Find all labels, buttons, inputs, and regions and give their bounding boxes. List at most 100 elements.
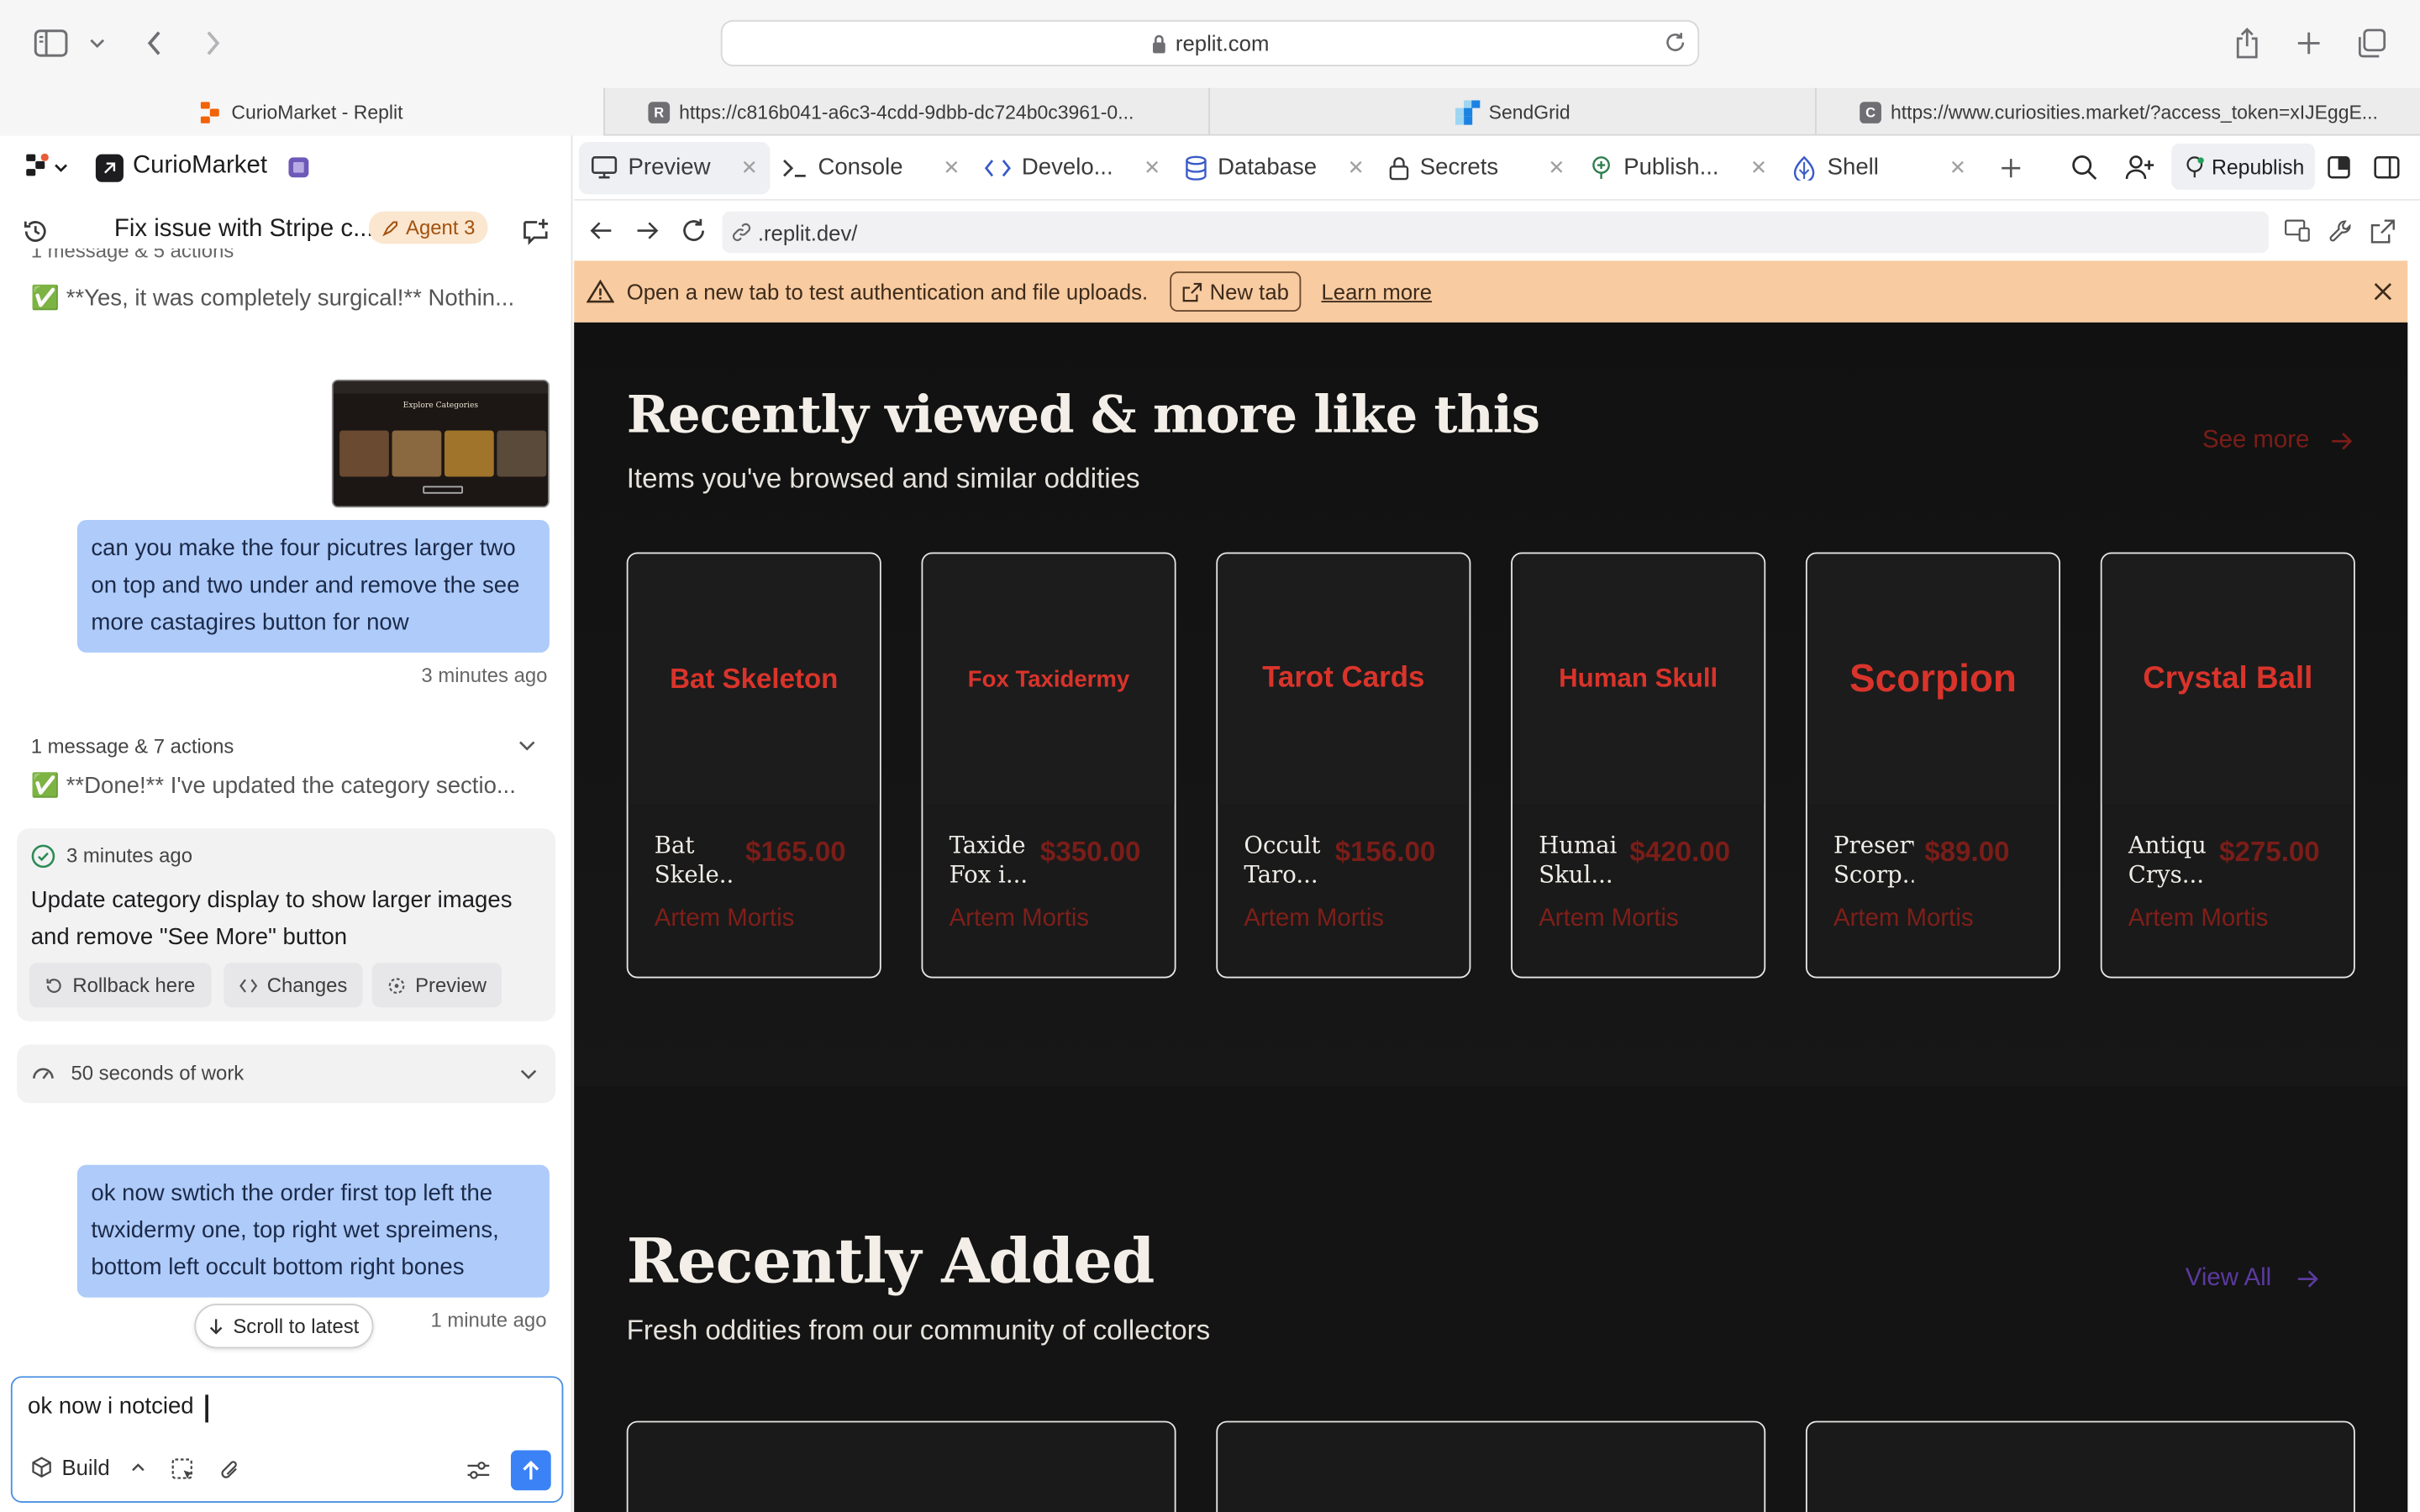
add-tab-icon[interactable]	[2000, 156, 2022, 178]
view-all-link[interactable]: View All	[2186, 1265, 2318, 1293]
changes-button[interactable]: Changes	[224, 963, 363, 1008]
paperclip-icon[interactable]	[219, 1458, 241, 1483]
product-image[interactable]: Human Skull	[1512, 554, 1765, 804]
actions-summary[interactable]: 1 message & 7 actions	[31, 734, 234, 758]
product-image[interactable]: Crystal Ball	[2102, 554, 2354, 804]
republish-button[interactable]: Republish	[2171, 143, 2316, 190]
close-icon[interactable]	[2374, 282, 2392, 301]
screenshot-thumbnail[interactable]: Explore Categories	[331, 379, 550, 508]
close-icon[interactable]: ✕	[1750, 155, 1767, 180]
tab-developer[interactable]: Develo... ✕	[972, 141, 1173, 193]
settings-sliders-icon[interactable]	[466, 1460, 491, 1482]
new-chat-icon[interactable]	[522, 218, 550, 245]
close-icon[interactable]: ✕	[943, 155, 960, 180]
arrow-up-icon	[522, 1460, 540, 1482]
tab-secrets[interactable]: Secrets ✕	[1376, 141, 1577, 193]
product-name[interactable]: Taxide Fox i...	[950, 832, 1030, 890]
send-button[interactable]	[510, 1450, 551, 1491]
chevron-down-icon[interactable]	[520, 1069, 537, 1080]
panel-toggle-icon[interactable]	[2374, 156, 2400, 180]
product-card[interactable]: Crystal Ball Antiqu Crys... $275.00 Artem M…	[2100, 552, 2355, 979]
product-card[interactable]: Fox Taxidermy Taxide Fox i... $350.00 Artem…	[921, 552, 1176, 979]
browser-tab-curiosities[interactable]: C https://www.curiosities.market/?access…	[1814, 87, 2420, 136]
invite-user-icon[interactable]	[2125, 155, 2154, 181]
project-name[interactable]: CurioMarket	[133, 153, 267, 181]
tab-console[interactable]: Console ✕	[771, 141, 973, 193]
see-more-link[interactable]: See more	[2202, 428, 2353, 455]
product-card[interactable]: Tarot Cards Occult Taro... $156.00 Artem Mo…	[1216, 552, 1471, 979]
product-card[interactable]: Human Skull Humai Skul... $420.00 Artem Mor…	[1511, 552, 1766, 979]
preview-button[interactable]: Preview	[371, 963, 502, 1008]
browser-tab-replit[interactable]: CurioMarket - Replit	[0, 87, 604, 136]
close-icon[interactable]: ✕	[1144, 155, 1160, 180]
refresh-icon[interactable]	[681, 218, 707, 244]
product-card[interactable]: Bat Skeleton Bat Skele... $165.00 Artem Mor…	[626, 552, 881, 979]
close-icon[interactable]: ✕	[1548, 155, 1565, 180]
agent-badge[interactable]: Agent 3	[368, 211, 488, 244]
open-external-icon[interactable]	[2370, 219, 2395, 244]
product-image[interactable]: Scorpion	[1807, 554, 2060, 804]
build-mode-button[interactable]: Build	[31, 1455, 145, 1479]
browser-tab-sendgrid[interactable]: SendGrid	[1208, 87, 1815, 136]
new-tab-button[interactable]: New tab	[1169, 271, 1302, 312]
chevron-down-icon[interactable]	[87, 22, 108, 65]
close-icon[interactable]: ✕	[1348, 155, 1365, 180]
sidebar-toggle-icon[interactable]	[31, 22, 71, 65]
product-name[interactable]: Occult Taro...	[1244, 832, 1324, 890]
search-icon[interactable]	[2071, 155, 2097, 181]
wrench-icon[interactable]	[2329, 219, 2354, 244]
product-image[interactable]: Tarot Cards	[1218, 554, 1470, 804]
layout-icon[interactable]	[2328, 156, 2351, 180]
close-icon[interactable]: ✕	[1949, 155, 1966, 180]
product-card[interactable]	[1216, 1420, 1766, 1512]
work-duration-row[interactable]: 50 seconds of work	[17, 1044, 556, 1104]
share-icon[interactable]	[2232, 22, 2263, 65]
back-icon[interactable]	[139, 22, 170, 65]
chevron-down-icon[interactable]	[518, 741, 535, 752]
composer-input[interactable]: ok now i notcied	[28, 1394, 200, 1420]
learn-more-link[interactable]: Learn more	[1322, 279, 1432, 303]
tab-shell[interactable]: Shell ✕	[1780, 141, 1979, 193]
history-icon[interactable]	[22, 218, 50, 245]
product-image[interactable]: Bat Skeleton	[628, 554, 880, 804]
product-card[interactable]	[1805, 1420, 2355, 1512]
tab-database[interactable]: Database ✕	[1173, 141, 1376, 193]
product-seller[interactable]: Artem Mortis	[1539, 906, 1679, 933]
product-price: $350.00	[1039, 836, 1141, 868]
product-card[interactable]	[626, 1420, 1176, 1512]
product-name[interactable]: Preserv Scorp...	[1833, 832, 1914, 890]
thread-title[interactable]: Fix issue with Stripe c...	[114, 216, 374, 244]
forward-icon[interactable]	[197, 22, 229, 65]
close-icon[interactable]: ✕	[741, 155, 758, 180]
devices-icon[interactable]	[2284, 219, 2310, 243]
product-seller[interactable]: Artem Mortis	[1244, 906, 1384, 933]
agent-message[interactable]: ✅ **Done!** I've updated the category se…	[31, 771, 516, 799]
product-name[interactable]: Antiqu Crys...	[2128, 832, 2209, 890]
back-arrow-icon[interactable]	[590, 221, 613, 241]
product-card[interactable]: Scorpion Preserv Scorp... $89.00 Artem Mort…	[1805, 552, 2060, 979]
product-seller[interactable]: Artem Mortis	[1833, 906, 1974, 933]
product-seller[interactable]: Artem Mortis	[950, 906, 1090, 933]
prev-agent-message[interactable]: ✅ **Yes, it was completely surgical!** N…	[31, 284, 514, 312]
select-element-icon[interactable]	[171, 1458, 196, 1483]
new-tab-icon[interactable]	[2293, 22, 2324, 65]
rollback-button[interactable]: Rollback here	[29, 963, 211, 1008]
scroll-to-latest-button[interactable]: Scroll to latest	[194, 1304, 373, 1349]
product-image[interactable]: Fox Taxidermy	[923, 554, 1175, 804]
tab-publishing[interactable]: Publish... ✕	[1577, 141, 1780, 193]
rollback-icon	[45, 976, 63, 995]
product-seller[interactable]: Artem Mortis	[2128, 906, 2269, 933]
tab-overview-icon[interactable]	[2355, 22, 2389, 65]
product-seller[interactable]: Artem Mortis	[655, 906, 795, 933]
replit-menu-icon[interactable]	[24, 153, 71, 181]
browser-tab-repl-preview[interactable]: R https://c816b041-a6c3-4cdd-9dbb-dc724b…	[603, 87, 1208, 136]
product-name[interactable]: Bat Skele...	[655, 832, 735, 890]
address-bar[interactable]: replit.com	[720, 19, 1700, 66]
forward-arrow-icon[interactable]	[636, 221, 660, 241]
tab-preview[interactable]: Preview ✕	[578, 141, 771, 194]
preview-url-field[interactable]: .replit.dev/	[722, 211, 2269, 254]
reload-icon[interactable]	[1664, 31, 1687, 55]
tab-label: Console	[818, 154, 903, 181]
terminal-icon	[782, 158, 807, 176]
product-name[interactable]: Humai Skul...	[1539, 832, 1619, 890]
